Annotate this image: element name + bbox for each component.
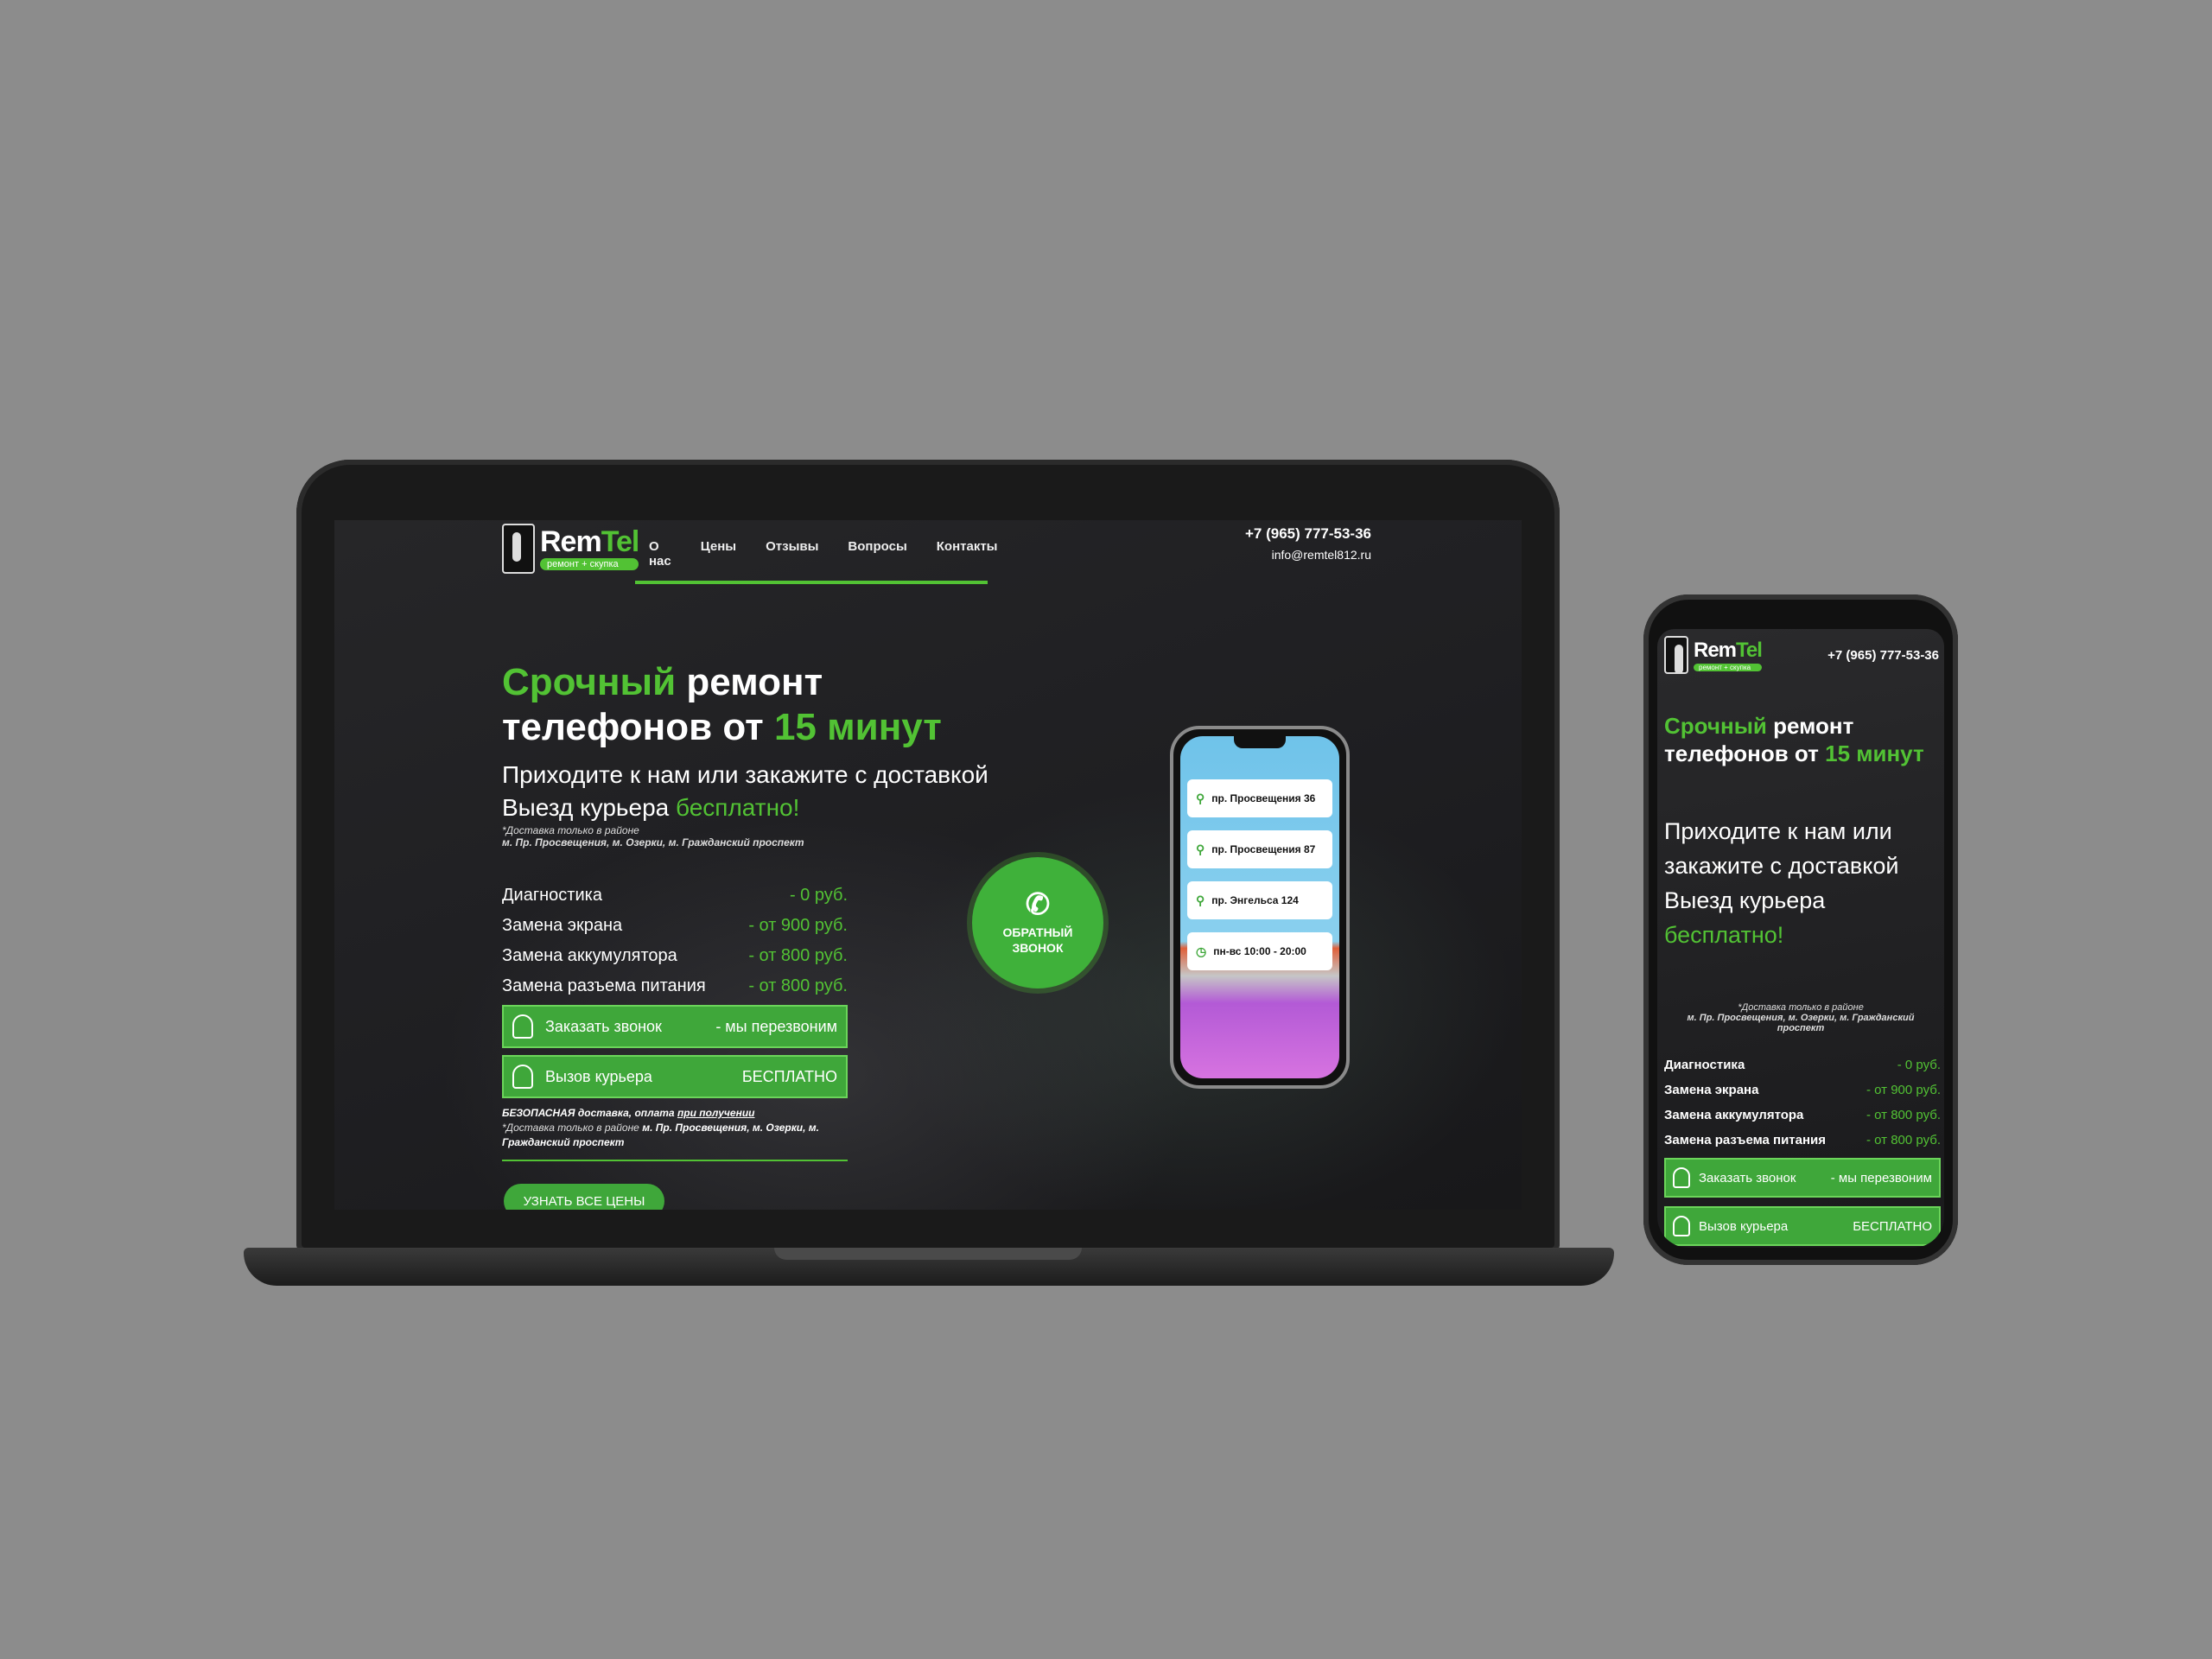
location-card[interactable]: ⚲ пр. Просвещения 36	[1187, 779, 1332, 817]
logo-icon	[502, 524, 535, 574]
nav-prices[interactable]: Цены	[701, 539, 736, 569]
hero-subtitle: Приходите к нам или закажите с доставкой…	[502, 761, 988, 821]
all-prices-button[interactable]: УЗНАТЬ ВСЕ ЦЕНЫ	[504, 1184, 664, 1210]
mobile-hero-subtitle: Приходите к нам или закажите с доставкой…	[1664, 818, 1899, 948]
logo-name-part1: Rem	[540, 525, 602, 558]
payment-link[interactable]: при получении	[677, 1107, 755, 1119]
price-row: Замена экрана - от 900 руб.	[502, 916, 848, 935]
hours-card: ◷ пн-вс 10:00 - 20:00	[1187, 932, 1332, 970]
courier-icon	[1673, 1216, 1690, 1236]
map-pin-icon: ⚲	[1196, 893, 1205, 907]
mobile-logo[interactable]: RemTel ремонт + скупка	[1664, 636, 1763, 674]
header-contacts: +7 (965) 777-53-36 info@remtel812.ru	[1216, 525, 1371, 562]
divider	[502, 1160, 848, 1161]
delivery-area-note: *Доставка только в районе м. Пр. Просвещ…	[502, 824, 804, 849]
mobile-order-call-button[interactable]: Заказать звонок - мы перезвоним	[1664, 1158, 1941, 1198]
price-row: Диагностика - 0 руб.	[502, 886, 848, 905]
mobile-hero-title: Срочный ремонт телефонов от 15 минут	[1664, 713, 1924, 766]
nav-reviews[interactable]: Отзывы	[766, 539, 818, 569]
logo[interactable]: RemTel ремонт + скупка	[502, 524, 639, 574]
logo-name-part2: Tel	[601, 525, 640, 558]
price-row: Замена аккумулятора - от 800 руб.	[1664, 1108, 1941, 1122]
header-phone[interactable]: +7 (965) 777-53-36	[1216, 525, 1371, 543]
delivery-note: БЕЗОПАСНАЯ доставка, оплата при получени…	[502, 1107, 820, 1148]
price-row: Диагностика - 0 руб.	[1664, 1058, 1941, 1072]
price-list: Диагностика - 0 руб. Замена экрана - от 90…	[502, 880, 848, 1001]
map-pin-icon: ⚲	[1196, 791, 1205, 805]
callback-button[interactable]: ✆ ОБРАТНЫЙ ЗВОНОК	[972, 857, 1103, 988]
clock-icon: ◷	[1196, 944, 1207, 958]
location-card[interactable]: ⚲ пр. Энгельса 124	[1187, 881, 1332, 919]
phone-icon: ✆	[1025, 888, 1051, 921]
nav-underline	[635, 581, 988, 584]
mobile-price-list: Диагностика - 0 руб. Замена экрана - от 90…	[1664, 1052, 1941, 1153]
order-call-button[interactable]: Заказать звонок - мы перезвоним	[502, 1005, 848, 1048]
mobile-courier-button[interactable]: Вызов курьера БЕСПЛАТНО	[1664, 1206, 1941, 1246]
courier-icon	[512, 1065, 533, 1089]
price-row: Замена разъема питания - от 800 руб.	[502, 976, 848, 995]
header-email[interactable]: info@remtel812.ru	[1216, 548, 1371, 562]
mobile-screen: RemTel ремонт + скупка +7 (965) 777-53-3…	[1657, 629, 1944, 1248]
mobile-phone-number[interactable]: +7 (965) 777-53-36	[1827, 648, 1939, 663]
map-pin-icon: ⚲	[1196, 842, 1205, 856]
price-row: Замена разъема питания - от 800 руб.	[1664, 1133, 1941, 1147]
logo-icon	[1664, 636, 1688, 674]
nav-about[interactable]: О нас	[649, 539, 671, 569]
price-row: Замена аккумулятора - от 800 руб.	[502, 946, 848, 965]
location-card[interactable]: ⚲ пр. Просвещения 87	[1187, 830, 1332, 868]
operator-icon	[512, 1014, 533, 1039]
laptop-hinge	[774, 1248, 1082, 1260]
nav-faq[interactable]: Вопросы	[848, 539, 906, 569]
courier-button[interactable]: Вызов курьера БЕСПЛАТНО	[502, 1055, 848, 1098]
operator-icon	[1673, 1167, 1690, 1188]
hero-title: Срочный ремонт телефонов от 15 минут	[502, 661, 942, 748]
nav-contacts[interactable]: Контакты	[937, 539, 998, 569]
mobile-delivery-note: *Доставка только в районе м. Пр. Просвещ…	[1687, 1002, 1915, 1033]
logo-tagline: ремонт + скупка	[540, 558, 639, 570]
price-row: Замена экрана - от 900 руб.	[1664, 1083, 1941, 1097]
locations-phone: ⚲ пр. Просвещения 36 ⚲ пр. Просвещения 87 …	[1170, 726, 1350, 1089]
main-nav: О нас Цены Отзывы Вопросы Контакты	[635, 539, 998, 584]
